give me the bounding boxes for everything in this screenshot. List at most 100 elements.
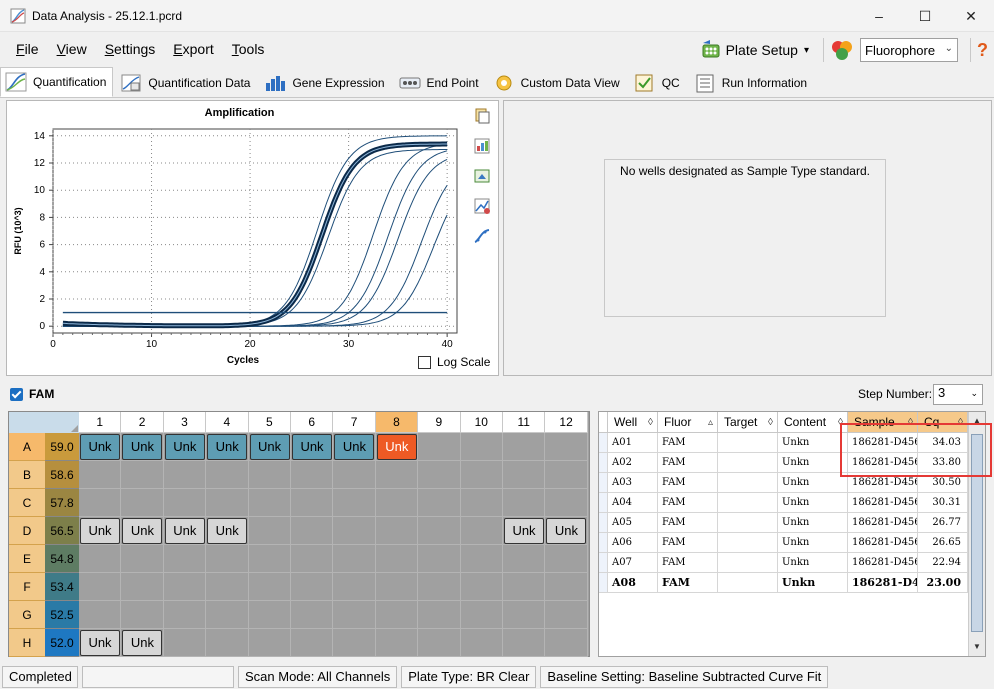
plate-cell[interactable] [248, 517, 291, 545]
row-selector[interactable] [599, 453, 608, 473]
tab-quantification-data[interactable]: Quantification Data [115, 69, 257, 97]
row-selector[interactable] [599, 433, 608, 453]
tab-gene-expression[interactable]: Gene Expression [259, 69, 391, 97]
plate-cell[interactable] [375, 629, 419, 657]
plate-well[interactable]: Unk [122, 630, 163, 656]
plate-well[interactable]: Unk [334, 434, 375, 460]
plate-cell[interactable] [121, 573, 164, 601]
plate-cell[interactable] [291, 629, 334, 657]
amplification-chart[interactable]: 0 10 20 30 40 0 2 4 6 8 10 12 14 Cycles RFU (10^3) [7, 101, 472, 373]
plate-column-header[interactable]: 6 [291, 412, 334, 433]
menu-file[interactable]: File [16, 41, 39, 57]
plate-well[interactable]: Unk [80, 434, 120, 460]
plate-cell[interactable] [333, 517, 376, 545]
plate-cell[interactable] [375, 601, 419, 629]
plate-cell[interactable] [333, 601, 376, 629]
plate-cell[interactable] [248, 573, 291, 601]
plate-cell[interactable] [418, 433, 461, 461]
plate-row-header[interactable]: H [9, 629, 45, 657]
tab-quantification[interactable]: Quantification [0, 67, 114, 97]
plate-cell[interactable] [503, 573, 546, 601]
menu-settings[interactable]: Settings [105, 41, 156, 57]
table-row[interactable]: A08FAM Unkn186281-D4523.00 [599, 573, 968, 593]
tab-end-point[interactable]: End Point [394, 69, 486, 97]
sort-icon[interactable]: ◊ [768, 412, 773, 433]
menu-view[interactable]: View [57, 41, 87, 57]
plate-well[interactable]: Unk [207, 518, 248, 544]
row-selector[interactable] [599, 513, 608, 533]
close-button[interactable]: ✕ [948, 0, 994, 32]
plate-cell[interactable] [163, 489, 207, 517]
plate-cell[interactable] [460, 461, 503, 489]
row-selector[interactable] [599, 533, 608, 553]
plate-well[interactable]: Unk [164, 434, 205, 460]
plate-cell[interactable] [503, 461, 546, 489]
plate-well[interactable]: Unk [207, 434, 248, 460]
column-header-fluor[interactable]: Fluor ▵ [658, 412, 718, 433]
step-number-select[interactable]: 3 ⌄ [933, 384, 983, 405]
plate-cell[interactable] [503, 489, 546, 517]
plate-cell[interactable] [163, 545, 207, 573]
plate-row-header[interactable]: F [9, 573, 45, 601]
plate-cell[interactable] [418, 461, 461, 489]
table-row[interactable]: A06 FAM Unkn 186281-D456 26.65 [599, 533, 968, 553]
plate-cell[interactable] [163, 601, 207, 629]
column-header-well[interactable]: Well ◊ [608, 412, 658, 433]
plate-cell[interactable] [333, 629, 376, 657]
plate-cell[interactable] [375, 573, 419, 601]
plate-cell[interactable] [375, 517, 419, 545]
copy-icon[interactable] [473, 107, 491, 125]
row-selector[interactable] [599, 553, 608, 573]
scroll-down-icon[interactable]: ▼ [969, 638, 985, 656]
plate-cell[interactable] [545, 629, 588, 657]
plate-cell[interactable] [418, 629, 461, 657]
plate-cell[interactable] [503, 433, 546, 461]
plate-cell[interactable] [291, 517, 334, 545]
menu-export[interactable]: Export [173, 41, 213, 57]
plate-cell[interactable] [121, 461, 164, 489]
plate-cell[interactable] [418, 517, 461, 545]
plate-cell[interactable] [206, 573, 249, 601]
menu-tools[interactable]: Tools [232, 41, 265, 57]
plate-cell[interactable] [291, 461, 334, 489]
plate-cell[interactable] [206, 629, 249, 657]
table-row[interactable]: A05 FAM Unkn 186281-D456 26.77 [599, 513, 968, 533]
plate-cell[interactable] [418, 573, 461, 601]
plate-column-header[interactable]: 5 [248, 412, 291, 433]
plate-cell[interactable] [79, 601, 122, 629]
plate-column-header[interactable]: 12 [545, 412, 588, 433]
plate-cell[interactable] [460, 573, 503, 601]
plate-cell[interactable] [503, 601, 546, 629]
tab-custom-data-view[interactable]: Custom Data View [488, 69, 627, 97]
plate-column-header[interactable]: 3 [163, 412, 207, 433]
plate-row-header[interactable]: D [9, 517, 45, 545]
plate-well[interactable]: Unk [164, 518, 205, 544]
plate-cell[interactable] [460, 629, 503, 657]
chart-options-icon[interactable] [473, 197, 491, 215]
plate-row-header[interactable]: A [9, 433, 45, 461]
plate-cell[interactable] [460, 489, 503, 517]
fam-checkbox[interactable] [10, 387, 23, 401]
save-image-icon[interactable] [473, 167, 491, 185]
log-scale-toggle[interactable]: Log Scale [418, 355, 490, 369]
plate-cell[interactable] [545, 489, 588, 517]
plate-column-header[interactable]: 4 [206, 412, 249, 433]
well-groups-icon[interactable] [830, 39, 854, 61]
plate-cell[interactable] [206, 545, 249, 573]
plate-cell[interactable] [206, 461, 249, 489]
plate-cell[interactable] [79, 545, 122, 573]
plate-cell[interactable] [79, 489, 122, 517]
plate-cell[interactable] [79, 573, 122, 601]
export-chart-icon[interactable] [473, 137, 491, 155]
row-selector[interactable] [599, 573, 608, 593]
plate-cell[interactable] [291, 573, 334, 601]
plate-well[interactable]: Unk [122, 434, 163, 460]
maximize-button[interactable]: ☐ [902, 0, 948, 32]
plate-well[interactable]: Unk [546, 518, 587, 544]
plate-cell[interactable] [248, 545, 291, 573]
plate-row-header[interactable]: B [9, 461, 45, 489]
plate-cell[interactable] [333, 489, 376, 517]
plate-cell[interactable] [248, 629, 291, 657]
plate-cell[interactable] [248, 601, 291, 629]
plate-cell[interactable] [460, 545, 503, 573]
